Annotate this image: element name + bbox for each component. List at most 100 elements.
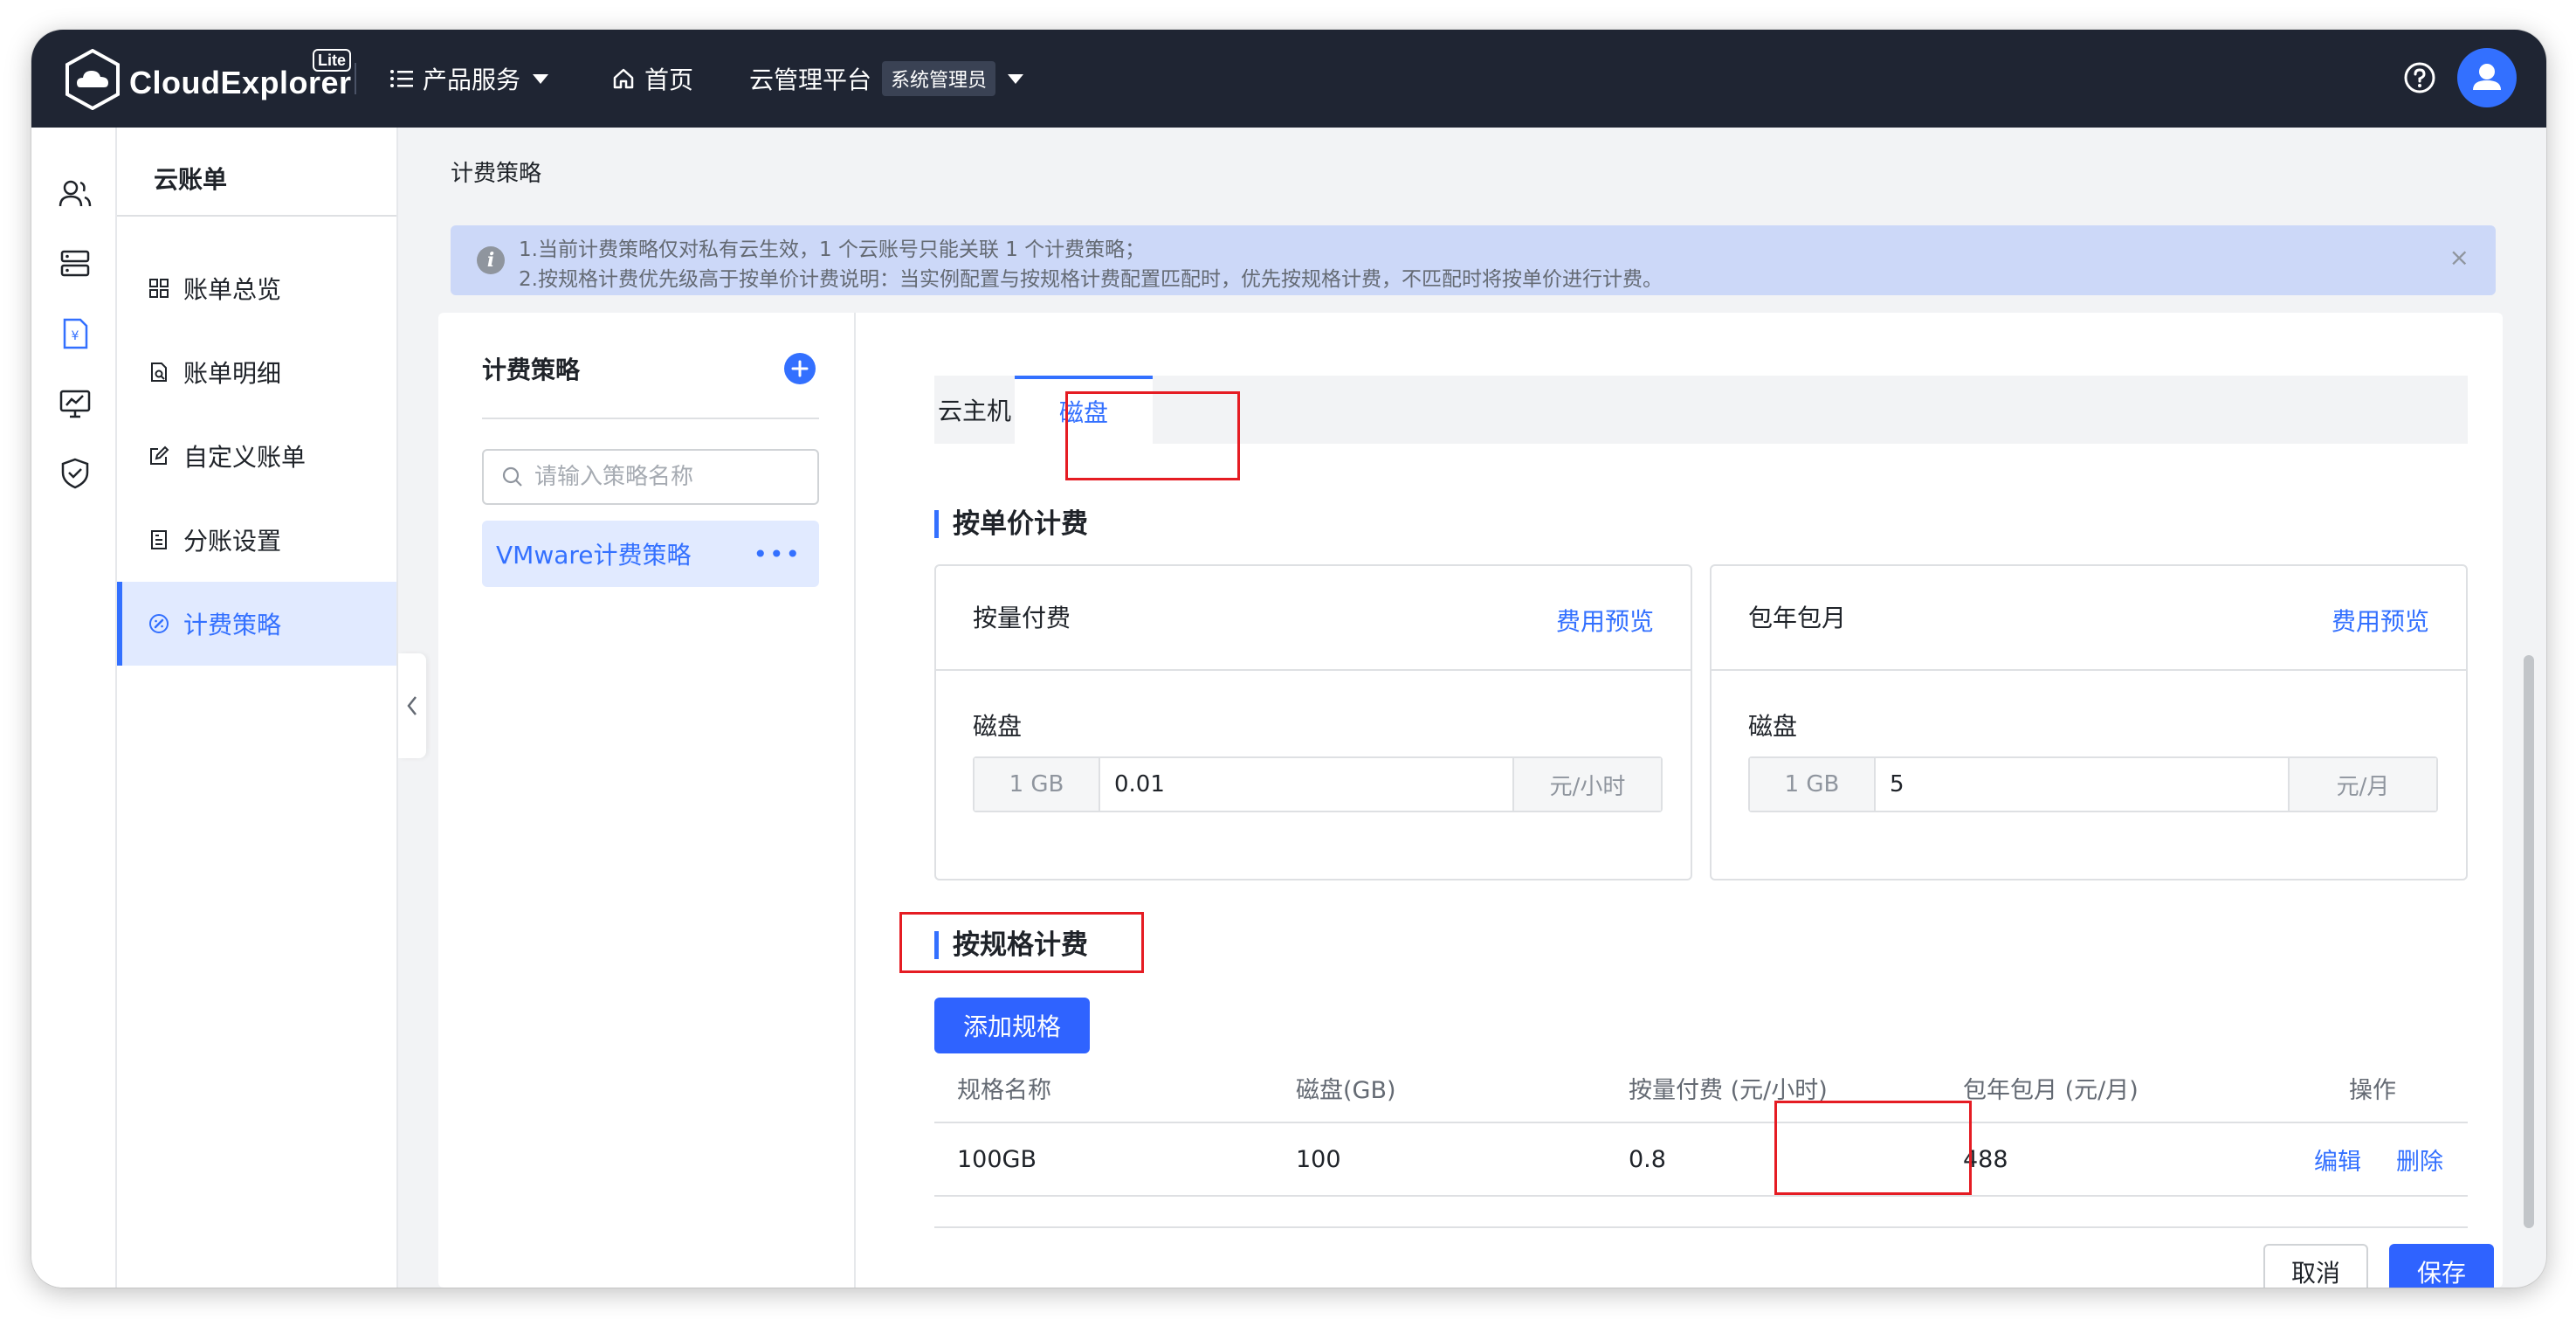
policy-search[interactable] [482, 449, 819, 505]
unit-price-title: 按单价计费 [934, 510, 1088, 538]
add-spec-button[interactable]: 添加规格 [934, 998, 1090, 1053]
subnav-item-label: 账单明细 [183, 359, 282, 388]
pricing-card: 计费策略 VMware计费策略 ••• 云主机 磁盘 [438, 313, 2503, 1288]
input-suffix: 元/小时 [1512, 758, 1661, 811]
subnav-item-pricing[interactable]: 计费策略 [117, 582, 396, 666]
bill-icon[interactable]: ¥ [58, 316, 93, 351]
home-icon [613, 68, 634, 89]
alert-line: 2.按规格计费优先级高于按单价计费说明：当实例配置与按规格计费配置匹配时，优先按… [519, 268, 1663, 291]
role-badge: 系统管理员 [882, 61, 996, 96]
row-actions: 编辑 删除 [2314, 1123, 2443, 1195]
edit-button[interactable]: 编辑 [2314, 1143, 2361, 1177]
table-row: 100GB 100 0.8 488 编辑 删除 [934, 1123, 2468, 1197]
column-header: 包年包月 (元/月) [1963, 1076, 2139, 1104]
input-value[interactable]: 5 [1876, 758, 2288, 811]
price-box-title: 按量付费 [973, 604, 1071, 632]
highlight-box [1774, 1101, 1972, 1195]
list-icon [390, 70, 413, 87]
logo-hex-icon [65, 49, 120, 110]
home-label: 首页 [644, 66, 694, 94]
collapse-sidebar-toggle[interactable] [398, 653, 426, 758]
policy-item-vmware[interactable]: VMware计费策略 ••• [482, 521, 819, 587]
top-bar: CloudExplorer Lite 产品服务 首页 云管理平台 系统管理员 [31, 30, 2546, 128]
input-suffix: 元/月 [2288, 758, 2436, 811]
cancel-button[interactable]: 取消 [2263, 1244, 2368, 1288]
subnav-item-label: 分账设置 [183, 527, 282, 556]
users-icon[interactable] [58, 176, 93, 211]
sub-navigation: 云账单 账单总览 账单明细 自定义账单 分账设置 计费策略 [117, 128, 398, 1288]
hourly-price-input[interactable]: 1 GB 0.01 元/小时 [973, 756, 1663, 812]
pay-as-you-go-box: 按量付费 费用预览 磁盘 1 GB 0.01 元/小时 [934, 564, 1692, 880]
pricing-icon [149, 614, 169, 633]
more-icon[interactable]: ••• [753, 540, 802, 569]
policy-list-panel: 计费策略 VMware计费策略 ••• [438, 313, 856, 1288]
subnav-item-custom-bill[interactable]: 自定义账单 [117, 414, 396, 498]
subnav-item-label: 账单总览 [183, 275, 282, 304]
plus-icon [791, 360, 809, 377]
subnav-item-overview[interactable]: 账单总览 [117, 246, 396, 330]
subscription-box: 包年包月 费用预览 磁盘 1 GB 5 元/月 [1710, 564, 2468, 880]
price-box-title: 包年包月 [1748, 604, 1847, 632]
search-icon [502, 466, 522, 487]
policy-search-input[interactable] [534, 464, 796, 490]
help-icon[interactable] [2403, 61, 2436, 94]
platform-switcher[interactable]: 云管理平台 系统管理员 [749, 59, 1024, 98]
tab-vm[interactable]: 云主机 [934, 376, 1015, 444]
subnav-title: 云账单 [154, 165, 228, 194]
home-link[interactable]: 首页 [611, 59, 693, 98]
highlight-box [1065, 391, 1240, 480]
file-search-icon [151, 363, 167, 382]
vertical-scrollbar[interactable] [2524, 655, 2534, 1228]
subnav-item-split-settings[interactable]: 分账设置 [117, 498, 396, 582]
info-icon: i [477, 246, 505, 274]
highlight-box [899, 912, 1144, 973]
cost-preview-link[interactable]: 费用预览 [2331, 603, 2429, 638]
icon-rail: ¥ [31, 128, 117, 1288]
products-label: 产品服务 [423, 66, 521, 94]
page-title: 计费策略 [451, 161, 542, 187]
monthly-price-input[interactable]: 1 GB 5 元/月 [1748, 756, 2438, 812]
column-header: 磁盘(GB) [1296, 1076, 1396, 1104]
avatar[interactable] [2457, 48, 2517, 107]
save-button[interactable]: 保存 [2389, 1244, 2494, 1288]
chevron-down-icon [1008, 73, 1024, 84]
input-prefix: 1 GB [1750, 758, 1876, 811]
logo[interactable]: CloudExplorer Lite [65, 49, 351, 110]
server-icon[interactable] [58, 246, 93, 281]
delete-button[interactable]: 删除 [2396, 1143, 2443, 1177]
cost-preview-link[interactable]: 费用预览 [1556, 603, 1654, 638]
user-icon [2473, 64, 2501, 90]
spec-table: 规格名称 磁盘(GB) 按量付费 (元/小时) 包年包月 (元/月) 操作 10… [934, 1053, 2468, 1197]
hourly-price-cell: 0.8 [1629, 1145, 1666, 1173]
table-header: 规格名称 磁盘(GB) 按量付费 (元/小时) 包年包月 (元/月) 操作 [934, 1053, 2468, 1123]
disk-size-cell: 100 [1296, 1145, 1341, 1173]
policy-item-name: VMware计费策略 [496, 541, 692, 570]
price-field-label: 磁盘 [973, 712, 1023, 741]
price-field-label: 磁盘 [1748, 712, 1798, 741]
subnav-item-label: 自定义账单 [183, 443, 307, 472]
shield-icon[interactable] [58, 456, 93, 491]
column-header: 操作 [2349, 1076, 2396, 1104]
subnav-item-details[interactable]: 账单明细 [117, 330, 396, 414]
chevron-left-icon [407, 696, 417, 715]
spec-name-cell: 100GB [957, 1145, 1037, 1173]
monitor-icon[interactable] [58, 386, 93, 421]
top-divider [355, 63, 356, 94]
platform-label: 云管理平台 [749, 66, 872, 94]
products-menu[interactable]: 产品服务 [389, 59, 549, 98]
input-prefix: 1 GB [975, 758, 1100, 811]
policy-list-title: 计费策略 [482, 356, 581, 384]
chevron-down-icon [533, 73, 549, 84]
split-icon [151, 530, 167, 549]
policy-divider [482, 418, 819, 419]
input-value[interactable]: 0.01 [1100, 758, 1512, 811]
subnav-item-label: 计费策略 [183, 611, 282, 639]
subnav-divider [117, 215, 396, 217]
price-box-header: 包年包月 费用预览 [1712, 566, 2466, 671]
add-policy-button[interactable] [784, 353, 816, 384]
column-header: 规格名称 [957, 1076, 1051, 1104]
close-icon[interactable]: × [2449, 243, 2469, 272]
alert-line: 1.当前计费策略仅对私有云生效，1 个云账号只能关联 1 个计费策略； [519, 238, 1146, 261]
logo-lite-badge: Lite [313, 49, 352, 72]
footer-divider [934, 1226, 2468, 1228]
